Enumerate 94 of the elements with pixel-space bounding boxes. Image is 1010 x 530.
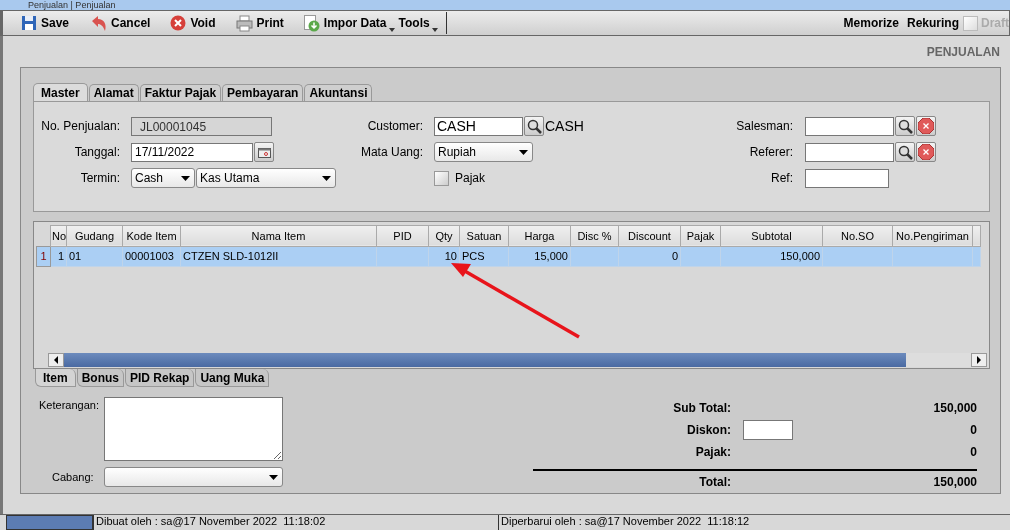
tab[interactable]: PID Rekap [125, 369, 195, 387]
cancel-circle-icon [170, 15, 187, 31]
field-label: Cabang: [51, 471, 94, 483]
right-arrow-icon [977, 356, 981, 364]
total-value: 150,000 [933, 401, 977, 415]
discount-field[interactable] [743, 420, 793, 440]
customer-field[interactable]: CASH [434, 116, 523, 136]
search-icon [897, 144, 913, 160]
field-label: No. Penjualan: [40, 119, 120, 133]
total-label: Diskon: [687, 423, 731, 437]
dropdown[interactable]: Kas Utama [196, 168, 336, 188]
notes-field[interactable] [104, 397, 283, 461]
status-text: Dibuat oleh : sa@17 November 2022 11:18:02 [93, 515, 498, 530]
search-icon [897, 118, 913, 134]
toolbar-button[interactable]: Save [21, 13, 76, 33]
total-label: Pajak: [695, 445, 731, 459]
column-header[interactable]: Satuan [459, 225, 509, 247]
total-value: 0 [970, 445, 977, 459]
caret-icon [322, 175, 331, 181]
row-header[interactable]: 1 [36, 246, 51, 267]
dropdown[interactable]: Cash [131, 168, 195, 188]
toolbar-button[interactable]: Memorize [839, 16, 903, 30]
date-field[interactable]: 17/11/2022 [131, 142, 253, 162]
toolbar-button[interactable]: Rekuring [902, 16, 963, 30]
total-label: Total: [699, 475, 731, 489]
scroll-left-button[interactable] [48, 353, 64, 367]
text-field[interactable] [805, 116, 894, 136]
text-field[interactable] [805, 142, 894, 162]
tab[interactable]: Bonus [76, 369, 125, 387]
column-header[interactable]: No [50, 225, 67, 247]
dropdown[interactable] [104, 467, 283, 487]
checkbox-label: Draft [981, 16, 1009, 30]
column-header[interactable]: PID [376, 225, 429, 247]
column-header[interactable]: Discount [618, 225, 681, 247]
field-label: Termin: [79, 171, 120, 185]
caret-icon [519, 149, 528, 155]
field-label: Ref: [770, 171, 793, 185]
search-button[interactable] [524, 116, 544, 136]
total-value: 150,000 [933, 475, 977, 489]
column-header[interactable]: Pajak [680, 225, 721, 247]
left-arrow-icon [54, 356, 58, 364]
printer-icon [235, 14, 253, 32]
search-button[interactable] [895, 116, 915, 136]
toolbar-button[interactable]: Impor Data [303, 13, 395, 33]
column-header[interactable]: No.Pengiriman [892, 225, 973, 247]
column-header[interactable]: Kode Item [122, 225, 181, 247]
caret-icon [269, 474, 278, 480]
clear-icon [918, 118, 934, 134]
caret-icon [181, 175, 190, 181]
column-header[interactable]: Nama Item [180, 225, 377, 247]
window-title: Penjualan | Penjualan [28, 1, 116, 10]
field-label: Customer: [366, 119, 423, 133]
column-header[interactable]: Gudang [66, 225, 123, 247]
column-header[interactable]: Disc % [570, 225, 619, 247]
column-header[interactable]: Harga [508, 225, 571, 247]
tab[interactable]: Item [35, 369, 76, 387]
toolbar-button[interactable]: Print [235, 13, 290, 33]
checkbox-label: Pajak [455, 171, 486, 185]
field-label: Keterangan: [38, 398, 99, 413]
search-icon [526, 118, 542, 134]
column-header[interactable]: Qty [428, 225, 460, 247]
total-value: 0 [970, 423, 977, 437]
tab[interactable]: Faktur Pajak [139, 84, 222, 101]
column-header[interactable]: No.SO [822, 225, 893, 247]
readonly-field: JL00001045 [131, 116, 272, 136]
calendar-button[interactable] [254, 142, 274, 162]
dropdown[interactable]: Rupiah [434, 142, 533, 162]
field-label: Referer: [748, 145, 793, 159]
scrollbar-thumb[interactable] [64, 353, 906, 367]
status-text: Diperbarui oleh : sa@17 November 2022 11:18:12 [498, 515, 903, 530]
tab[interactable]: Uang Muka [195, 369, 270, 387]
total-label: Sub Total: [673, 401, 731, 415]
tab[interactable]: Pembayaran [222, 84, 304, 101]
tab[interactable]: Akuntansi [304, 84, 373, 101]
field-label: Tanggal: [73, 145, 120, 159]
field-label: Mata Uang: [359, 145, 423, 159]
text-field[interactable] [805, 168, 889, 188]
scroll-right-button[interactable] [971, 353, 987, 367]
toolbar-button[interactable]: Tools [398, 13, 438, 33]
checkbox[interactable] [434, 170, 449, 186]
customer-name: CASH [545, 118, 584, 134]
clear-button[interactable] [916, 142, 936, 162]
clear-icon [918, 144, 934, 160]
page-heading: PENJUALAN [926, 44, 1000, 59]
calendar-icon [257, 146, 271, 158]
clear-button[interactable] [916, 116, 936, 136]
tab[interactable]: Master [33, 83, 88, 101]
download-icon [303, 14, 320, 32]
tab[interactable]: Alamat [88, 84, 139, 101]
toolbar-button[interactable]: Cancel [89, 13, 157, 33]
toolbar-button[interactable]: Void [170, 13, 222, 33]
column-header[interactable]: Subtotal [720, 225, 823, 247]
field-label: Salesman: [735, 119, 793, 133]
search-button[interactable] [895, 142, 915, 162]
